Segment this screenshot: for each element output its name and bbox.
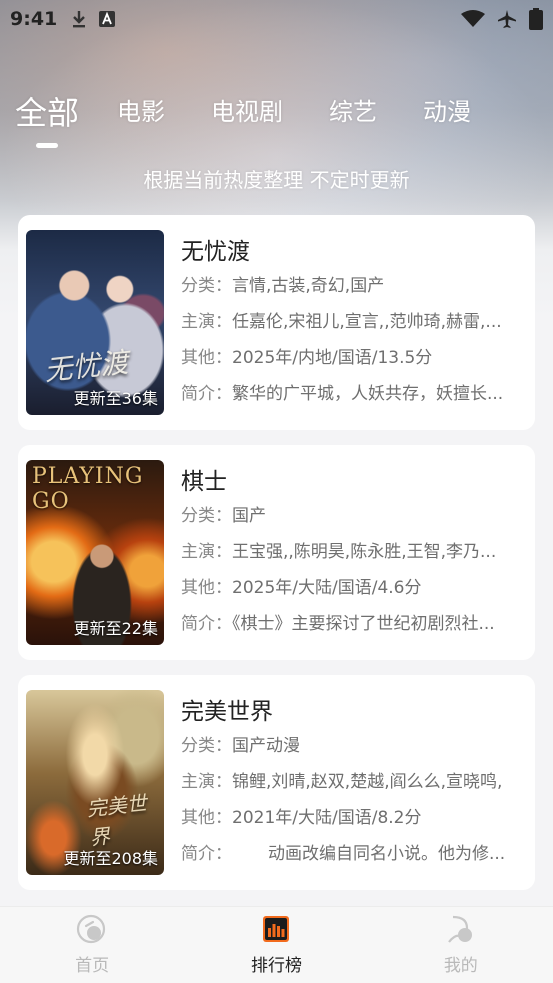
download-icon (71, 10, 87, 28)
show-info: 完美世界 分类：国产动漫 主演：锦鲤,刘晴,赵双,楚越,阎么么,宣晓鸣, 其他：… (181, 690, 526, 875)
other-label: 其他： (181, 808, 232, 828)
category-tabs: 全部 电影 电视剧 综艺 动漫 (0, 92, 553, 152)
show-card[interactable]: 无忧渡 更新至36集 无忧渡 分类：言情,古装,奇幻,国产 主演：任嘉伦,宋祖儿… (18, 215, 535, 430)
tab-all[interactable]: 全部 (15, 88, 80, 148)
active-tab-indicator (36, 143, 58, 148)
show-title: 完美世界 (181, 699, 273, 725)
home-icon (76, 914, 108, 948)
other-row: 其他：2021年/大陆/国语/8.2分 (181, 804, 526, 840)
poster-title-art: 无忧渡 (42, 345, 130, 388)
ranking-icon (261, 914, 291, 948)
app-a-icon (99, 11, 116, 27)
cast-row: 主演：任嘉伦,宋祖儿,宣言,,范帅琦,赫雷,... (181, 308, 526, 344)
status-left-icons (71, 10, 116, 28)
show-title: 无忧渡 (181, 239, 250, 265)
tab-variety[interactable]: 综艺 (329, 92, 377, 127)
poster-title-art: 完美世界 (85, 790, 148, 850)
category-label: 分类： (181, 276, 232, 296)
nav-label: 排行榜 (250, 956, 302, 976)
poster-image[interactable]: 完美世界 更新至208集 (26, 690, 164, 875)
category-label: 分类： (181, 506, 232, 526)
tab-label: 全部 (15, 94, 80, 132)
intro-value: 繁华的广平城，人妖共存，妖擅长... (232, 384, 504, 404)
intro-row: 简介：《棋士》主要探讨了世纪初剧烈社... (181, 610, 526, 646)
nav-label: 我的 (443, 956, 478, 976)
cast-value: 锦鲤,刘晴,赵双,楚越,阎么么,宣晓鸣, (232, 772, 503, 792)
cast-value: 王宝强,,陈明昊,陈永胜,王智,李乃... (232, 542, 497, 562)
cast-row: 主演：锦鲤,刘晴,赵双,楚越,阎么么,宣晓鸣, (181, 768, 526, 804)
battery-icon (529, 8, 543, 30)
intro-label: 简介： (181, 384, 232, 404)
wifi-icon (461, 10, 485, 28)
profile-icon (445, 914, 477, 948)
tab-label: 电影 (117, 98, 166, 126)
category-label: 分类： (181, 736, 232, 756)
cast-label: 主演： (181, 772, 232, 792)
other-value: 2025年/内地/国语/13.5分 (232, 348, 433, 368)
nav-home[interactable]: 首页 (32, 914, 152, 976)
cast-label: 主演： (181, 312, 232, 332)
tab-label: 综艺 (329, 98, 378, 126)
status-bar: 9:41 (0, 0, 553, 38)
episode-badge: 更新至36集 (73, 389, 158, 408)
episode-badge: 更新至208集 (63, 849, 158, 868)
show-info: 无忧渡 分类：言情,古装,奇幻,国产 主演：任嘉伦,宋祖儿,宣言,,范帅琦,赫雷… (181, 230, 526, 415)
show-title: 棋士 (181, 469, 227, 495)
tab-label: 动漫 (423, 98, 472, 126)
poster-title-art: PLAYING GO (32, 464, 144, 514)
category-row: 分类：国产 (181, 502, 526, 538)
episode-badge: 更新至22集 (73, 619, 158, 638)
other-row: 其他：2025年/大陆/国语/4.6分 (181, 574, 526, 610)
app-screen: 9:41 全部 电影 电视剧 综艺 动漫 根据当前热度整理 不定时更新 无忧渡 … (0, 0, 553, 983)
intro-row: 简介： 动画改编自同名小说。他为修... (181, 840, 526, 876)
tab-tv-series[interactable]: 电视剧 (211, 92, 283, 127)
airplane-icon (497, 9, 517, 29)
intro-label: 简介： (181, 614, 232, 634)
intro-label: 简介： (181, 844, 232, 864)
nav-profile[interactable]: 我的 (401, 914, 521, 976)
intro-value: 《棋士》主要探讨了世纪初剧烈社... (232, 614, 495, 634)
status-right-icons (461, 8, 543, 30)
other-value: 2025年/大陆/国语/4.6分 (232, 578, 422, 598)
cast-label: 主演： (181, 542, 232, 562)
show-info: 棋士 分类：国产 主演：王宝强,,陈明昊,陈永胜,王智,李乃... 其他：202… (181, 460, 526, 645)
bottom-nav: 首页 排行榜 我的 (0, 906, 553, 983)
poster-image[interactable]: 无忧渡 更新至36集 (26, 230, 164, 415)
nav-label: 首页 (75, 956, 110, 976)
other-label: 其他： (181, 578, 232, 598)
category-value: 国产 (232, 506, 266, 526)
tab-label: 电视剧 (211, 98, 284, 126)
intro-row: 简介：繁华的广平城，人妖共存，妖擅长... (181, 380, 526, 416)
other-row: 其他：2025年/内地/国语/13.5分 (181, 344, 526, 380)
other-value: 2021年/大陆/国语/8.2分 (232, 808, 422, 828)
category-value: 言情,古装,奇幻,国产 (232, 276, 385, 296)
category-value: 国产动漫 (232, 736, 300, 756)
ranking-list: 无忧渡 更新至36集 无忧渡 分类：言情,古装,奇幻,国产 主演：任嘉伦,宋祖儿… (18, 215, 535, 905)
intro-value: 动画改编自同名小说。他为修... (268, 844, 506, 864)
poster-image[interactable]: PLAYING GO 更新至22集 (26, 460, 164, 645)
tab-anime[interactable]: 动漫 (423, 92, 471, 127)
ranking-subtitle: 根据当前热度整理 不定时更新 (143, 168, 410, 192)
nav-ranking[interactable]: 排行榜 (216, 914, 336, 976)
tab-movies[interactable]: 电影 (117, 92, 165, 127)
category-row: 分类：国产动漫 (181, 732, 526, 768)
cast-row: 主演：王宝强,,陈明昊,陈永胜,王智,李乃... (181, 538, 526, 574)
status-time: 9:41 (10, 8, 58, 30)
show-card[interactable]: 完美世界 更新至208集 完美世界 分类：国产动漫 主演：锦鲤,刘晴,赵双,楚越… (18, 675, 535, 890)
category-row: 分类：言情,古装,奇幻,国产 (181, 272, 526, 308)
show-card[interactable]: PLAYING GO 更新至22集 棋士 分类：国产 主演：王宝强,,陈明昊,陈… (18, 445, 535, 660)
cast-value: 任嘉伦,宋祖儿,宣言,,范帅琦,赫雷,... (232, 312, 502, 332)
other-label: 其他： (181, 348, 232, 368)
